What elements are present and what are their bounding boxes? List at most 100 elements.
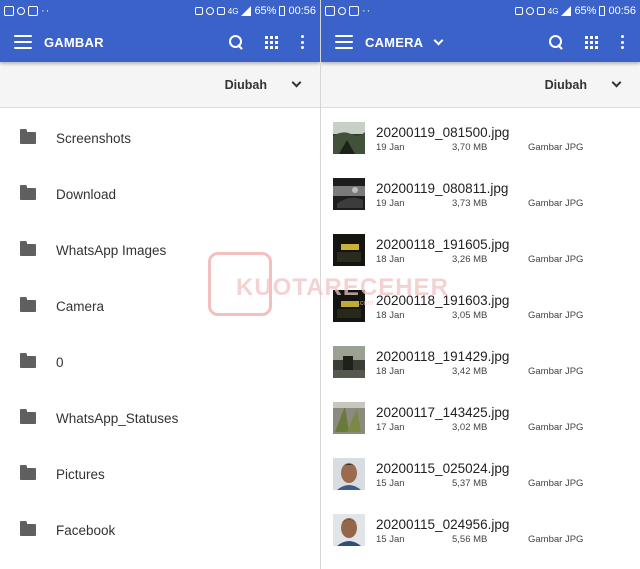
battery-icon	[279, 6, 286, 16]
file-item[interactable]: 20200119_080811.jpg 19 Jan 3,73 MB Gamba…	[321, 166, 640, 222]
folder-icon	[20, 297, 36, 312]
hamburger-icon[interactable]	[14, 35, 32, 49]
folder-list: Screenshots Download WhatsApp Images Cam…	[0, 110, 320, 558]
file-size: 3,42 MB	[452, 365, 488, 377]
file-size: 3,02 MB	[452, 421, 488, 433]
folder-name: Camera	[56, 298, 105, 314]
file-meta: 15 Jan 5,56 MB Gambar JPG	[376, 534, 583, 545]
notification-icons: ··	[4, 5, 50, 17]
sort-bar[interactable]: Diubah	[0, 62, 320, 108]
folder-name: WhatsApp_Statuses	[56, 410, 179, 426]
clock: 00:56	[608, 5, 636, 17]
file-info: 20200118_191603.jpg 18 Jan 3,05 MB Gamba…	[376, 292, 583, 321]
chevron-down-icon[interactable]	[611, 77, 622, 88]
folder-item[interactable]: 0	[0, 334, 320, 390]
file-date: 15 Jan	[376, 477, 405, 489]
system-icons: 4G 65% 00:56	[514, 5, 636, 17]
file-date: 19 Jan	[376, 197, 405, 209]
folder-item[interactable]: Screenshots	[0, 110, 320, 166]
search-icon[interactable]	[229, 35, 243, 49]
file-item[interactable]: 20200119_081500.jpg 19 Jan 3,70 MB Gamba…	[321, 110, 640, 166]
file-size: 3,73 MB	[452, 197, 488, 209]
file-name: 20200119_080811.jpg	[376, 180, 509, 196]
network-type: 4G	[547, 6, 559, 16]
clock: 00:56	[288, 5, 316, 17]
search-icon[interactable]	[549, 35, 563, 49]
file-name: 20200117_143425.jpg	[376, 404, 510, 420]
folder-icon	[20, 465, 36, 480]
app-toolbar: CAMERA	[321, 22, 640, 62]
hamburger-icon[interactable]	[335, 35, 353, 49]
file-size: 3,26 MB	[452, 253, 488, 265]
more-vert-icon[interactable]	[620, 35, 624, 49]
image-thumbnail	[333, 346, 365, 378]
toolbar-title: GAMBAR	[44, 34, 104, 50]
file-type: Gambar JPG	[528, 309, 584, 321]
battery-icon	[599, 6, 606, 16]
file-size: 5,37 MB	[452, 477, 488, 489]
image-thumbnail	[333, 178, 365, 210]
folder-item[interactable]: Facebook	[0, 502, 320, 558]
file-name: 20200115_024956.jpg	[376, 516, 510, 532]
folder-item[interactable]: WhatsApp_Statuses	[0, 390, 320, 446]
folder-name: Screenshots	[56, 130, 132, 146]
file-type: Gambar JPG	[528, 197, 584, 209]
folder-selector[interactable]: CAMERA	[365, 35, 549, 50]
grid-view-icon[interactable]	[265, 35, 278, 49]
file-name: 20200118_191605.jpg	[376, 236, 510, 252]
file-size: 3,70 MB	[452, 141, 488, 153]
folder-name: WhatsApp Images	[56, 242, 167, 258]
folder-item[interactable]: Pictures	[0, 446, 320, 502]
file-name: 20200118_191603.jpg	[376, 292, 510, 308]
file-item[interactable]: 20200118_191605.jpg 18 Jan 3,26 MB Gamba…	[321, 222, 640, 278]
more-notifications: ··	[41, 5, 51, 17]
sort-label[interactable]: Diubah	[545, 78, 587, 92]
file-meta: 15 Jan 5,37 MB Gambar JPG	[376, 478, 583, 489]
toolbar-actions	[549, 35, 624, 49]
status-bar: ·· 4G 65% 00:56	[0, 0, 320, 22]
folder-item[interactable]: Download	[0, 166, 320, 222]
folder-name: Download	[56, 186, 117, 202]
image-thumbnail	[333, 402, 365, 434]
file-type: Gambar JPG	[528, 141, 584, 153]
more-vert-icon[interactable]	[300, 35, 304, 49]
sort-bar[interactable]: Diubah	[321, 62, 640, 108]
file-date: 18 Jan	[376, 365, 405, 377]
file-size: 5,56 MB	[452, 533, 488, 545]
more-notifications: ··	[362, 5, 372, 17]
sort-label[interactable]: Diubah	[225, 78, 267, 92]
toolbar-title[interactable]: CAMERA	[365, 35, 423, 50]
file-name: 20200118_191429.jpg	[376, 348, 510, 364]
folder-item[interactable]: WhatsApp Images	[0, 222, 320, 278]
file-type: Gambar JPG	[528, 421, 584, 433]
toolbar-actions	[229, 35, 304, 49]
file-info: 20200119_081500.jpg 19 Jan 3,70 MB Gamba…	[376, 124, 583, 153]
file-item[interactable]: 20200115_024956.jpg 15 Jan 5,56 MB Gamba…	[321, 502, 640, 558]
sim-icon	[216, 7, 225, 15]
folder-item[interactable]: Camera	[0, 278, 320, 334]
title-wrap: GAMBAR	[44, 35, 229, 50]
image-thumbnail	[333, 122, 365, 154]
file-info: 20200117_143425.jpg 17 Jan 3,02 MB Gamba…	[376, 404, 583, 433]
file-item[interactable]: 20200115_025024.jpg 15 Jan 5,37 MB Gamba…	[321, 446, 640, 502]
status-bar: ·· 4G 65% 00:56	[321, 0, 640, 22]
file-item[interactable]: 20200118_191429.jpg 18 Jan 3,42 MB Gamba…	[321, 334, 640, 390]
search-notification-icon	[17, 7, 25, 15]
network-type: 4G	[227, 6, 239, 16]
file-name: 20200115_025024.jpg	[376, 460, 510, 476]
folder-name: Facebook	[56, 522, 116, 538]
file-meta: 19 Jan 3,70 MB Gambar JPG	[376, 142, 583, 153]
chevron-down-icon[interactable]	[433, 35, 444, 45]
mute-icon	[514, 7, 523, 15]
grid-view-icon[interactable]	[585, 35, 598, 49]
file-meta: 18 Jan 3,05 MB Gambar JPG	[376, 310, 583, 321]
file-list: 20200119_081500.jpg 19 Jan 3,70 MB Gamba…	[321, 110, 640, 558]
sim-icon	[536, 7, 545, 15]
folder-icon	[20, 353, 36, 368]
file-item[interactable]: 20200117_143425.jpg 17 Jan 3,02 MB Gamba…	[321, 390, 640, 446]
right-screen: ·· 4G 65% 00:56 CAMERA Diubah 20200119_0…	[320, 0, 640, 569]
chevron-down-icon[interactable]	[291, 77, 302, 88]
file-item[interactable]: 20200118_191603.jpg 18 Jan 3,05 MB Gamba…	[321, 278, 640, 334]
alarm-icon	[525, 7, 534, 15]
folder-icon	[20, 241, 36, 256]
